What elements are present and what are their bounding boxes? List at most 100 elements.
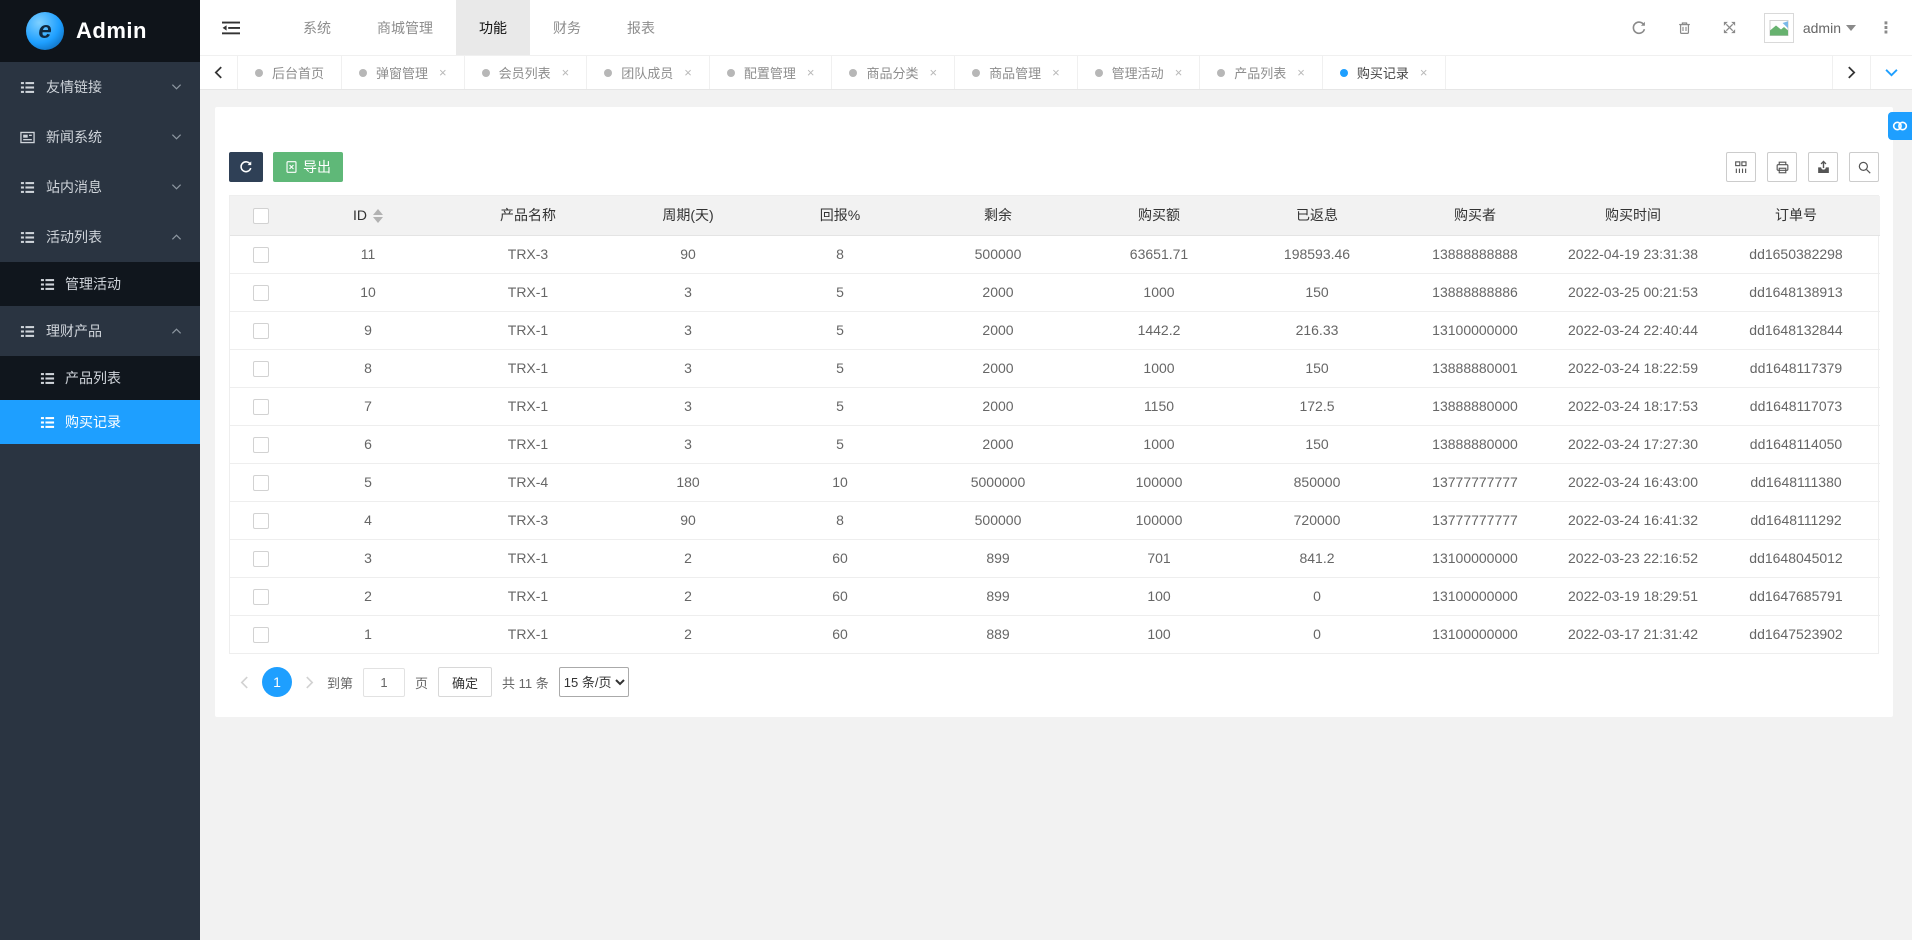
nav-item-mall[interactable]: 商城管理	[354, 0, 456, 55]
sidebar-item-news-system[interactable]: 新闻系统	[0, 112, 200, 162]
row-checkbox[interactable]	[253, 589, 269, 605]
sidebar-item-friend-links[interactable]: 友情链接	[0, 62, 200, 112]
table-cell: 100000	[1080, 463, 1238, 501]
nav-item-function[interactable]: 功能	[456, 0, 530, 55]
sidebar-collapse-icon[interactable]	[200, 0, 262, 55]
page-number-input[interactable]	[363, 668, 405, 697]
quick-link-button[interactable]	[1888, 112, 1912, 140]
row-checkbox[interactable]	[253, 285, 269, 301]
sidebar-item-manage-activity[interactable]: 管理活动	[0, 262, 200, 306]
tab-close-icon[interactable]: ×	[1297, 65, 1305, 80]
table-cell: TRX-1	[444, 615, 612, 653]
tab-product-list[interactable]: 产品列表 ×	[1200, 56, 1323, 89]
prev-page-icon[interactable]	[237, 676, 252, 689]
row-checkbox[interactable]	[253, 247, 269, 263]
sidebar-item-activity-list[interactable]: 活动列表	[0, 212, 200, 262]
tab-label: 购买记录	[1357, 63, 1409, 82]
columns-filter-icon[interactable]	[1726, 152, 1756, 182]
row-select-cell	[230, 615, 292, 653]
search-icon[interactable]	[1849, 152, 1879, 182]
row-checkbox[interactable]	[253, 361, 269, 377]
sidebar-item-label: 活动列表	[46, 227, 171, 247]
refresh-icon[interactable]	[1616, 0, 1662, 55]
sort-desc-icon	[373, 217, 383, 223]
sidebar-item-label: 友情链接	[46, 77, 171, 97]
table-cell: 4	[292, 501, 444, 539]
export-button-label: 导出	[303, 157, 331, 177]
row-checkbox[interactable]	[253, 551, 269, 567]
tab-close-icon[interactable]: ×	[1420, 65, 1428, 80]
column-header-label: 购买时间	[1605, 207, 1661, 223]
refresh-table-button[interactable]	[229, 152, 263, 182]
tab-purchase-records[interactable]: 购买记录 ×	[1323, 56, 1446, 89]
table-cell: 90	[612, 501, 764, 539]
logo-icon: e	[26, 12, 64, 50]
tab-close-icon[interactable]: ×	[439, 65, 447, 80]
table-cell: 2022-03-17 21:31:42	[1554, 615, 1712, 653]
table-cell: 0	[1238, 577, 1396, 615]
select-all-checkbox[interactable]	[253, 208, 269, 224]
sidebar-item-finance-products[interactable]: 理财产品	[0, 306, 200, 356]
table-cell: 100	[1080, 615, 1238, 653]
sidebar-item-purchase-records[interactable]: 购买记录	[0, 400, 200, 444]
export-button[interactable]: 导出	[273, 152, 343, 182]
tab-close-icon[interactable]: ×	[1175, 65, 1183, 80]
tab-close-icon[interactable]: ×	[807, 65, 815, 80]
table-row: 3TRX-1260899701841.2131000000002022-03-2…	[230, 539, 1880, 577]
table-cell: 2022-03-19 18:29:51	[1554, 577, 1712, 615]
tab-close-icon[interactable]: ×	[562, 65, 570, 80]
tabs-scroll-right-icon[interactable]	[1832, 56, 1870, 89]
table-cell: 1000	[1080, 425, 1238, 463]
fullscreen-icon[interactable]	[1707, 0, 1752, 55]
table-cell: 13888880000	[1396, 387, 1554, 425]
column-header-5: 购买额	[1080, 196, 1238, 235]
trash-icon[interactable]	[1662, 0, 1707, 55]
logo[interactable]: e Admin	[0, 0, 200, 62]
table-row: 9TRX-13520001442.2216.33131000000002022-…	[230, 311, 1880, 349]
page-size-select[interactable]: 15 条/页	[559, 667, 629, 697]
export-data-icon[interactable]	[1808, 152, 1838, 182]
row-checkbox[interactable]	[253, 323, 269, 339]
tab-home[interactable]: 后台首页	[238, 56, 342, 89]
tab-close-icon[interactable]: ×	[929, 65, 937, 80]
sidebar-item-site-messages[interactable]: 站内消息	[0, 162, 200, 212]
chevron-down-icon[interactable]	[1846, 25, 1856, 31]
table-cell: dd1648132844	[1712, 311, 1880, 349]
tab-goods-category[interactable]: 商品分类×	[832, 56, 955, 89]
print-icon[interactable]	[1767, 152, 1797, 182]
sort-icon[interactable]	[373, 209, 383, 223]
tab-member-list[interactable]: 会员列表×	[465, 56, 588, 89]
tab-close-icon[interactable]: ×	[1052, 65, 1060, 80]
confirm-page-button[interactable]: 确定	[438, 667, 492, 697]
tab-team-members[interactable]: 团队成员×	[587, 56, 710, 89]
tab-label: 产品列表	[1234, 63, 1286, 82]
tab-popup-manage[interactable]: 弹窗管理×	[342, 56, 465, 89]
nav-item-finance[interactable]: 财务	[530, 0, 604, 55]
table-cell: 13777777777	[1396, 501, 1554, 539]
row-checkbox[interactable]	[253, 513, 269, 529]
more-menu-icon[interactable]: ⋮	[1872, 18, 1900, 38]
nav-item-system[interactable]: 系统	[280, 0, 354, 55]
purchase-records-card: 导出	[215, 107, 1893, 717]
nav-item-report[interactable]: 报表	[604, 0, 678, 55]
tab-manage-activity[interactable]: 管理活动×	[1078, 56, 1201, 89]
tabs-menu-icon[interactable]	[1870, 56, 1912, 89]
avatar[interactable]	[1764, 13, 1794, 43]
tab-goods-manage[interactable]: 商品管理×	[955, 56, 1078, 89]
tab-config-manage[interactable]: 配置管理×	[710, 56, 833, 89]
next-page-icon[interactable]	[302, 676, 317, 689]
row-checkbox[interactable]	[253, 399, 269, 415]
tabs-scroll-left-icon[interactable]	[200, 56, 238, 89]
sidebar-item-product-list[interactable]: 产品列表	[0, 356, 200, 400]
table-cell: dd1648111380	[1712, 463, 1880, 501]
sidebar: e Admin 友情链接新闻系统站内消息活动列表管理活动理财产品产品列表购买记录	[0, 0, 200, 940]
tab-close-icon[interactable]: ×	[684, 65, 692, 80]
table-row: 1TRX-12608891000131000000002022-03-17 21…	[230, 615, 1880, 653]
row-checkbox[interactable]	[253, 475, 269, 491]
table-cell: 180	[612, 463, 764, 501]
table-cell: TRX-1	[444, 387, 612, 425]
current-page-badge[interactable]: 1	[262, 667, 292, 697]
row-checkbox[interactable]	[253, 437, 269, 453]
row-checkbox[interactable]	[253, 627, 269, 643]
username[interactable]: admin	[1803, 20, 1841, 36]
